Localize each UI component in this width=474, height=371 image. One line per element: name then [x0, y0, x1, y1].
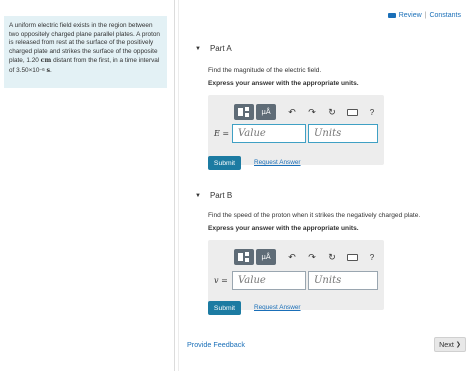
left-pane-divider-shadow	[178, 0, 179, 371]
undo-icon[interactable]: ↶	[284, 104, 300, 120]
part-b-header[interactable]: ▼ Part B	[195, 191, 232, 200]
part-b-question: Find the speed of the proton when it str…	[208, 212, 421, 219]
part-a-answer-panel: μÅ ↶ ↷ ↻ ? E =	[208, 95, 384, 165]
constants-link[interactable]: Constants	[429, 12, 461, 19]
part-a-question: Find the magnitude of the electric field…	[208, 67, 322, 74]
time-value: 3.50×10−6	[16, 66, 45, 74]
part-b-answer-panel: μÅ ↶ ↷ ↻ ? v =	[208, 240, 384, 310]
caret-down-icon: ▼	[195, 45, 201, 52]
keyboard-icon[interactable]	[344, 249, 360, 265]
part-a-request-answer-link[interactable]: Request Answer	[254, 159, 301, 166]
units-symbol-button[interactable]: μÅ	[256, 249, 276, 265]
chevron-right-icon: ❯	[455, 342, 461, 348]
part-b-toolbar: μÅ ↶ ↷ ↻ ?	[234, 248, 382, 266]
caret-down-icon: ▼	[195, 192, 201, 199]
part-b-title: Part B	[209, 191, 233, 200]
templates-button[interactable]	[234, 104, 254, 120]
left-pane-divider	[174, 0, 175, 371]
templates-button[interactable]	[234, 249, 254, 265]
part-a-value-input[interactable]	[232, 124, 306, 143]
part-b-request-answer-link[interactable]: Request Answer	[254, 304, 301, 311]
next-button[interactable]: Next ❯	[434, 337, 466, 352]
part-a-units-input[interactable]	[308, 124, 378, 143]
part-a-instruction: Express your answer with the appropriate…	[208, 80, 359, 87]
provide-feedback-link[interactable]: Provide Feedback	[187, 340, 245, 349]
reset-icon[interactable]: ↻	[324, 104, 340, 120]
part-a-toolbar: μÅ ↶ ↷ ↻ ?	[234, 103, 382, 121]
review-constants: Review | Constants	[387, 12, 461, 19]
units-symbol-button[interactable]: μÅ	[256, 104, 276, 120]
undo-icon[interactable]: ↶	[284, 249, 300, 265]
redo-icon[interactable]: ↷	[304, 104, 320, 120]
separator: |	[424, 12, 427, 19]
part-a-header[interactable]: ▼ Part A	[195, 44, 232, 53]
help-icon[interactable]: ?	[364, 104, 380, 120]
help-icon[interactable]: ?	[364, 249, 380, 265]
distance-unit: cm	[40, 56, 52, 65]
part-b-variable: v =	[214, 276, 228, 285]
part-a-submit-button[interactable]: Submit	[208, 156, 241, 170]
problem-statement: A uniform electric field exists in the r…	[4, 16, 167, 88]
part-b-value-input[interactable]	[232, 271, 306, 290]
next-label: Next	[439, 340, 454, 349]
book-icon	[387, 13, 396, 18]
part-a-variable: E =	[214, 129, 230, 138]
part-b-submit-button[interactable]: Submit	[208, 301, 241, 315]
reset-icon[interactable]: ↻	[324, 249, 340, 265]
problem-end: .	[50, 66, 52, 74]
part-a-title: Part A	[209, 44, 232, 53]
redo-icon[interactable]: ↷	[304, 249, 320, 265]
keyboard-icon[interactable]	[344, 104, 360, 120]
part-b-instruction: Express your answer with the appropriate…	[208, 225, 359, 232]
review-link[interactable]: Review	[399, 12, 422, 19]
part-b-units-input[interactable]	[308, 271, 378, 290]
